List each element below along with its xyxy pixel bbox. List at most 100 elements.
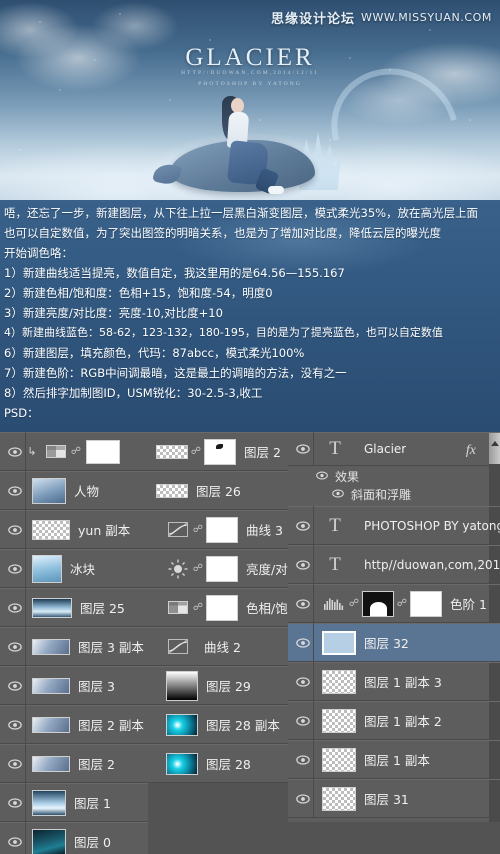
layer-row[interactable]: 图层 25	[0, 588, 148, 627]
layer-thumbnail[interactable]	[156, 444, 188, 459]
link-icon[interactable]: ☍	[396, 598, 408, 609]
levels-icon[interactable]	[322, 593, 346, 615]
layer-row[interactable]: ☍ 亮度/对比度	[148, 549, 288, 588]
eye-icon[interactable]	[4, 471, 26, 510]
screenshot-root: GLACIER HTTP//DUOWAN,COM,2014/12/11 PHOT…	[0, 0, 500, 854]
eye-icon[interactable]	[4, 627, 26, 666]
layer-thumbnail[interactable]	[32, 828, 66, 854]
layer-thumbnail[interactable]	[322, 747, 356, 772]
layer-thumbnail[interactable]	[32, 716, 70, 733]
hero-title: GLACIER	[185, 44, 315, 71]
layer-row[interactable]: 图层 31	[288, 779, 500, 818]
layer-thumbnail[interactable]	[322, 669, 356, 694]
link-icon[interactable]: ☍	[70, 446, 82, 457]
layer-row-selected[interactable]: 图层 32	[288, 623, 500, 662]
type-layer-icon: T	[329, 438, 341, 459]
layer-effects-group: 效果 斜面和浮雕	[288, 466, 500, 506]
layer-row[interactable]: 图层 1 副本	[288, 740, 500, 779]
type-layer-icon: T	[329, 514, 341, 536]
layer-thumbnail[interactable]	[32, 677, 70, 694]
layer-thumbnail[interactable]	[166, 713, 198, 736]
link-icon[interactable]: ☍	[348, 598, 360, 609]
gradient-map-icon[interactable]	[44, 441, 68, 463]
layer-row[interactable]: 图层 1 副本 2	[288, 701, 500, 740]
layer-thumbnail[interactable]	[32, 755, 70, 772]
eye-icon[interactable]	[292, 701, 314, 740]
layer-mask-thumbnail[interactable]	[204, 438, 236, 465]
layer-thumbnail[interactable]	[322, 630, 356, 655]
eye-icon[interactable]	[292, 432, 314, 466]
eye-icon[interactable]	[292, 506, 314, 545]
layer-row[interactable]: 图层 2 副本	[0, 705, 148, 744]
layer-thumbnail[interactable]	[166, 670, 198, 701]
eye-icon[interactable]	[292, 545, 314, 584]
eye-icon[interactable]	[4, 588, 26, 627]
curves-icon[interactable]	[166, 519, 190, 541]
layer-row[interactable]: 图层 28 副本	[148, 705, 288, 744]
layer-name: 色相/饱和度	[246, 601, 288, 616]
layer-thumbnail[interactable]	[322, 786, 356, 811]
layer-effects-fx-icon[interactable]: fx	[466, 443, 476, 459]
layer-thumbnail[interactable]	[156, 483, 188, 498]
link-icon[interactable]: ☍	[192, 563, 204, 574]
layer-mask-thumbnail[interactable]	[206, 516, 238, 543]
layer-row[interactable]: ☍ 色相/饱和度	[148, 588, 288, 627]
layer-mask-thumbnail[interactable]	[362, 590, 394, 617]
layer-mask-thumbnail[interactable]	[86, 439, 120, 464]
layer-thumbnail[interactable]	[32, 597, 72, 618]
effects-row[interactable]: 效果	[288, 467, 500, 485]
layer-thumbnail[interactable]	[32, 477, 66, 504]
eye-icon[interactable]	[292, 662, 314, 701]
eye-icon[interactable]	[292, 623, 314, 662]
eye-icon[interactable]	[4, 510, 26, 549]
eye-icon[interactable]	[316, 469, 328, 483]
layer-thumbnail[interactable]	[166, 752, 198, 775]
link-icon[interactable]: ☍	[190, 446, 202, 457]
layer-thumbnail[interactable]	[322, 708, 356, 733]
layer-row[interactable]: 人物	[0, 471, 148, 510]
layer-row[interactable]: 图层 0	[0, 822, 148, 854]
layer-thumbnail[interactable]	[32, 789, 66, 816]
eye-icon[interactable]	[292, 740, 314, 779]
layer-row[interactable]: 曲线 2	[148, 627, 288, 666]
effect-item-row[interactable]: 斜面和浮雕	[288, 485, 500, 503]
eye-icon[interactable]	[292, 779, 314, 818]
layer-row[interactable]: 图层 28	[148, 744, 288, 783]
layer-row[interactable]: T http//duowan,com,2014/...	[288, 545, 500, 584]
curves-icon[interactable]	[166, 636, 190, 658]
layer-row[interactable]: ☍ 曲线 3	[148, 510, 288, 549]
layer-row[interactable]: 冰块	[0, 549, 148, 588]
layer-row[interactable]: 图层 2	[0, 744, 148, 783]
layer-row[interactable]: 图层 1 副本 3	[288, 662, 500, 701]
layer-row[interactable]: yun 副本	[0, 510, 148, 549]
layer-row[interactable]: 图层 26	[148, 471, 288, 510]
eye-icon[interactable]	[332, 487, 344, 501]
eye-icon[interactable]	[4, 744, 26, 783]
eye-icon[interactable]	[4, 432, 26, 471]
hue-saturation-icon[interactable]	[166, 597, 190, 619]
layer-row[interactable]: ☍ ☍ 色阶 1	[288, 584, 500, 623]
layer-row[interactable]: 图层 3 副本	[0, 627, 148, 666]
eye-icon[interactable]	[4, 783, 26, 822]
layer-mask-thumbnail[interactable]	[206, 555, 238, 582]
eye-icon[interactable]	[4, 666, 26, 705]
eye-icon[interactable]	[4, 549, 26, 588]
layer-row[interactable]: ☍ 图层 2	[148, 432, 288, 471]
layer-row[interactable]: T Glacier fx	[288, 432, 500, 466]
eye-icon[interactable]	[4, 705, 26, 744]
layer-row[interactable]: T PHOTOSHOP BY yatong	[288, 506, 500, 545]
link-icon[interactable]: ☍	[192, 524, 204, 535]
layer-row[interactable]: 图层 1	[0, 783, 148, 822]
layer-thumbnail[interactable]	[32, 519, 70, 540]
brightness-contrast-icon[interactable]	[166, 558, 190, 580]
layer-mask-thumbnail-2[interactable]	[410, 590, 442, 617]
layer-mask-thumbnail[interactable]	[206, 594, 238, 621]
layer-row[interactable]: ↳ ☍	[0, 432, 148, 471]
layer-row[interactable]: 图层 29	[148, 666, 288, 705]
layer-row[interactable]: 图层 3	[0, 666, 148, 705]
layer-thumbnail[interactable]	[32, 554, 62, 583]
eye-icon[interactable]	[4, 822, 26, 854]
eye-icon[interactable]	[292, 584, 314, 623]
layer-thumbnail[interactable]	[32, 638, 70, 655]
link-icon[interactable]: ☍	[192, 602, 204, 613]
